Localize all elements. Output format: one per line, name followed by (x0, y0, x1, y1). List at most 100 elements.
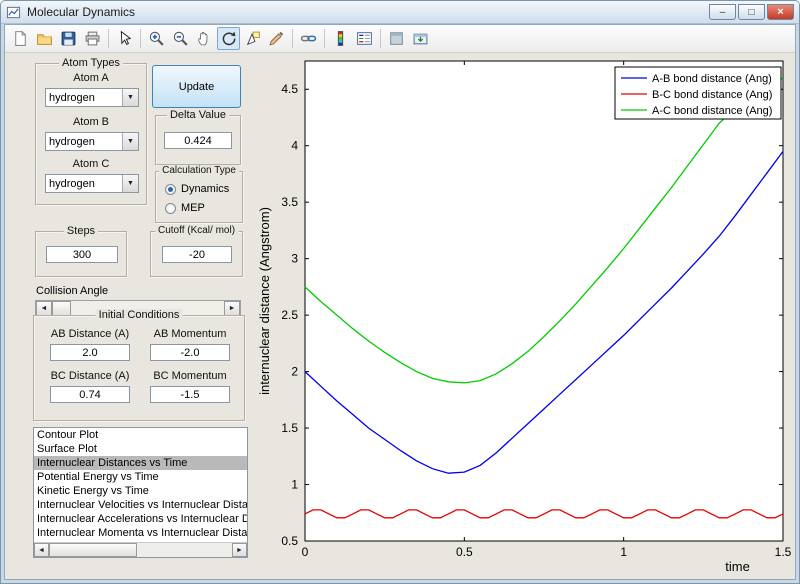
atom-b-dropdown[interactable]: hydrogen ▼ (45, 132, 139, 151)
ab-momentum-field[interactable] (150, 344, 230, 361)
delta-value-panel: Delta Value (155, 109, 241, 165)
scroll-left-arrow[interactable]: ◄ (34, 543, 49, 557)
y-tick-label: 2.5 (281, 308, 298, 322)
hand-icon (198, 31, 208, 46)
list-item[interactable]: Internuclear Distances vs Time (34, 456, 247, 470)
x-tick-label: 1 (620, 545, 627, 559)
y-tick-label: 2 (291, 365, 298, 379)
panel-title: Steps (63, 225, 99, 237)
atom-c-dropdown[interactable]: hydrogen ▼ (45, 174, 139, 193)
pan-button[interactable] (193, 27, 216, 50)
legend-icon (357, 32, 372, 45)
plot-axes[interactable]: 0 0.5 1 1.5 0.5 1 1.5 2 2.5 3 3.5 4 4.5 A-B bond dist… (255, 55, 800, 579)
toolbar-separator (108, 29, 109, 48)
hide-plot-tools-button[interactable] (385, 27, 408, 50)
list-item[interactable]: Surface Plot (34, 442, 247, 456)
y-tick-label: 1.5 (281, 421, 298, 435)
app-window: Molecular Dynamics – □ × Atom Types Atom… (0, 0, 800, 584)
toolbar-separator (380, 29, 381, 48)
chevron-down-icon: ▼ (122, 89, 138, 106)
atom-b-value: hydrogen (49, 135, 95, 148)
close-button[interactable]: × (767, 4, 794, 20)
zoom-in-button[interactable] (145, 27, 168, 50)
steps-field[interactable] (46, 246, 118, 263)
bc-momentum-field[interactable] (150, 386, 230, 403)
legend[interactable]: A-B bond distance (Ang) B-C bond distance… (614, 66, 782, 120)
list-item[interactable]: Internuclear Momenta vs Internuclear Dis… (34, 526, 247, 540)
atom-c-value: hydrogen (49, 177, 95, 190)
new-figure-button[interactable] (9, 27, 32, 50)
open-file-button[interactable] (33, 27, 56, 50)
toolbar-separator (324, 29, 325, 48)
data-cursor-icon (246, 31, 260, 46)
y-tick-label: 0.5 (281, 534, 298, 548)
print-figure-button[interactable] (81, 27, 104, 50)
plot-type-listbox[interactable]: Contour Plot Surface Plot Internuclear D… (33, 427, 248, 558)
x-tick-label: 0 (302, 545, 309, 559)
slider-left-arrow[interactable]: ◄ (36, 301, 52, 316)
chevron-down-icon: ▼ (122, 175, 138, 192)
open-folder-icon (37, 34, 52, 45)
insert-colorbar-button[interactable] (329, 27, 352, 50)
legend-label: A-B bond distance (Ang) (652, 73, 772, 85)
x-tick-label: 1.5 (775, 545, 792, 559)
initial-conditions-panel: Initial Conditions AB Distance (A) AB Mo… (33, 309, 245, 421)
atom-c-label: Atom C (72, 158, 110, 170)
bc-distance-label: BC Distance (A) (50, 370, 130, 382)
listbox-items: Contour Plot Surface Plot Internuclear D… (34, 428, 247, 542)
dynamics-radio[interactable]: Dynamics (165, 183, 229, 195)
titlebar[interactable]: Molecular Dynamics – □ × (1, 1, 799, 24)
list-item[interactable]: Contour Plot (34, 428, 247, 442)
update-button[interactable]: Update (152, 65, 241, 108)
ab-distance-field[interactable] (50, 344, 130, 361)
brush-icon (269, 31, 284, 46)
panel-title: Initial Conditions (95, 309, 183, 321)
atom-b-label: Atom B (72, 116, 110, 128)
horizontal-scrollbar[interactable]: ◄ ► (34, 542, 247, 557)
y-tick-label: 1 (291, 478, 298, 492)
scroll-right-arrow[interactable]: ► (232, 543, 247, 557)
atom-types-panel: Atom Types Atom A hydrogen ▼ Atom B hydr… (35, 57, 147, 205)
insert-legend-button[interactable] (353, 27, 376, 50)
cutoff-field[interactable] (162, 246, 232, 263)
delta-value-field[interactable] (164, 132, 232, 149)
mep-radio[interactable]: MEP (165, 202, 205, 214)
zoom-in-icon (149, 31, 164, 46)
list-item[interactable]: Kinetic Energy vs Time (34, 484, 247, 498)
panel-title: Delta Value (166, 109, 230, 121)
cursor-arrow-icon (120, 30, 132, 45)
window-frame: Atom Types Atom A hydrogen ▼ Atom B hydr… (4, 24, 796, 580)
mep-radio-label: MEP (181, 202, 205, 214)
data-cursor-button[interactable] (241, 27, 264, 50)
minimize-button[interactable]: – (709, 4, 736, 20)
edit-plot-button[interactable] (113, 27, 136, 50)
radio-icon (165, 183, 176, 195)
calculation-type-panel: Calculation Type Dynamics MEP (155, 165, 243, 223)
atom-a-value: hydrogen (49, 91, 95, 104)
rotate-3d-icon (222, 31, 236, 46)
chart[interactable]: 0 0.5 1 1.5 0.5 1 1.5 2 2.5 3 3.5 4 4.5 A-B bond dist… (255, 55, 800, 579)
rotate-3d-button[interactable] (217, 27, 240, 50)
list-item[interactable]: Potential Energy vs Time (34, 470, 247, 484)
panel-title: Calculation Type (159, 165, 239, 176)
slider-thumb[interactable] (52, 301, 71, 316)
new-figure-icon (15, 31, 26, 46)
save-figure-button[interactable] (57, 27, 80, 50)
y-tick-label: 4 (291, 139, 298, 153)
bc-distance-field[interactable] (50, 386, 130, 403)
zoom-out-button[interactable] (169, 27, 192, 50)
slider-right-arrow[interactable]: ► (224, 301, 240, 316)
legend-label: A-C bond distance (Ang) (652, 105, 772, 117)
scrollbar-thumb[interactable] (49, 543, 137, 557)
brush-button[interactable] (265, 27, 288, 50)
chevron-down-icon: ▼ (122, 133, 138, 150)
link-plot-button[interactable] (297, 27, 320, 50)
list-item[interactable]: Internuclear Accelerations vs Internucle… (34, 512, 247, 526)
list-item[interactable]: Internuclear Velocities vs Internuclear … (34, 498, 247, 512)
ab-distance-label: AB Distance (A) (50, 328, 130, 340)
y-tick-label: 3.5 (281, 195, 298, 209)
maximize-button[interactable]: □ (738, 4, 765, 20)
app-icon (6, 5, 21, 20)
atom-a-dropdown[interactable]: hydrogen ▼ (45, 88, 139, 107)
dock-figure-button[interactable] (409, 27, 432, 50)
